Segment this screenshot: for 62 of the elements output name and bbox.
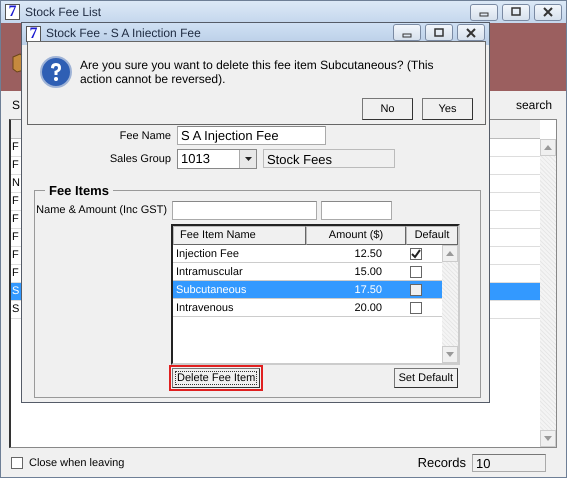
table-cell-text: Intravenous [175, 302, 234, 314]
table-row[interactable]: Intravenous 20.00 [173, 299, 442, 317]
field-label: Sales Group [108, 152, 171, 164]
group-description-field: Stock Fees [263, 149, 395, 168]
delete-button[interactable]: Delete Fee Item [172, 368, 260, 388]
app-icon: 7 [26, 26, 41, 42]
default-checkbox[interactable] [410, 266, 422, 278]
list-item[interactable]: F [12, 139, 19, 156]
minimize-button[interactable] [470, 4, 498, 20]
field-label: Name & Amount (Inc GST) [35, 203, 167, 217]
maximize-icon [433, 28, 445, 38]
list-item[interactable]: F [12, 247, 19, 264]
maximize-icon [510, 7, 522, 17]
column-header[interactable]: Amount ($) [306, 226, 406, 245]
records-label: Records [418, 455, 466, 470]
checkbox-label: Close when leaving [29, 456, 124, 468]
dialog-message: Are you sure you want to delete this fee item Subcutaneous? (This action cannot be reversed). [80, 58, 435, 86]
sales-group-dropdown[interactable]: 1013 [177, 148, 257, 168]
window-title: Stock Fee List [25, 5, 102, 19]
close-icon [465, 28, 477, 38]
table-cell-text: 20.00 [353, 302, 382, 314]
table-cell-text: 12.50 [353, 248, 382, 260]
fee-name-field[interactable]: S A Injection Fee [177, 126, 326, 145]
maximize-button[interactable] [425, 24, 453, 41]
group-title: Fee Items [48, 183, 110, 198]
close-button[interactable] [457, 24, 485, 41]
maximize-button[interactable] [502, 4, 530, 20]
default-checkbox[interactable] [410, 302, 422, 314]
table-cell-text: Subcutaneous [175, 284, 248, 296]
list-item[interactable]: F [12, 211, 19, 228]
list-item[interactable]: F [12, 265, 19, 282]
table-row[interactable]: Injection Fee 12.50 [173, 245, 442, 263]
column-header[interactable]: Default [406, 226, 458, 245]
list-item[interactable]: F [12, 157, 19, 174]
list-item[interactable]: S [12, 301, 20, 318]
window-title: Stock Fee - S A Iniection Fee [46, 26, 202, 40]
question-icon [40, 56, 72, 88]
records-field: 10 [472, 454, 546, 472]
field-label: Fee Name [118, 130, 171, 142]
toolbar-label: S [12, 98, 20, 112]
table-cell-text: Intramuscular [175, 266, 244, 278]
table-cell-text: 17.50 [353, 284, 382, 296]
list-item[interactable]: N [12, 175, 20, 192]
caret-icon [244, 156, 252, 160]
name-field[interactable] [172, 200, 317, 220]
table-cell-text: Injection Fee [175, 248, 240, 260]
default-checkbox[interactable] [410, 284, 422, 296]
minimize-button[interactable] [393, 24, 421, 41]
table-cell-text: 15.00 [353, 266, 382, 278]
dialog-button[interactable]: Yes [422, 98, 473, 120]
close-button[interactable] [534, 4, 562, 20]
search-label: search [516, 98, 552, 112]
list-item[interactable]: F [12, 229, 19, 246]
amount-field[interactable] [321, 200, 392, 220]
set-default-button[interactable]: Set Default [394, 368, 458, 388]
checkbox[interactable] [11, 456, 23, 468]
default-checkbox[interactable] [410, 248, 422, 260]
list-item[interactable]: F [12, 193, 19, 210]
dialog-button[interactable]: No [362, 98, 413, 120]
close-icon [542, 7, 554, 17]
app-icon: 7 [5, 4, 20, 20]
column-header[interactable]: Fee Item Name [173, 226, 306, 245]
